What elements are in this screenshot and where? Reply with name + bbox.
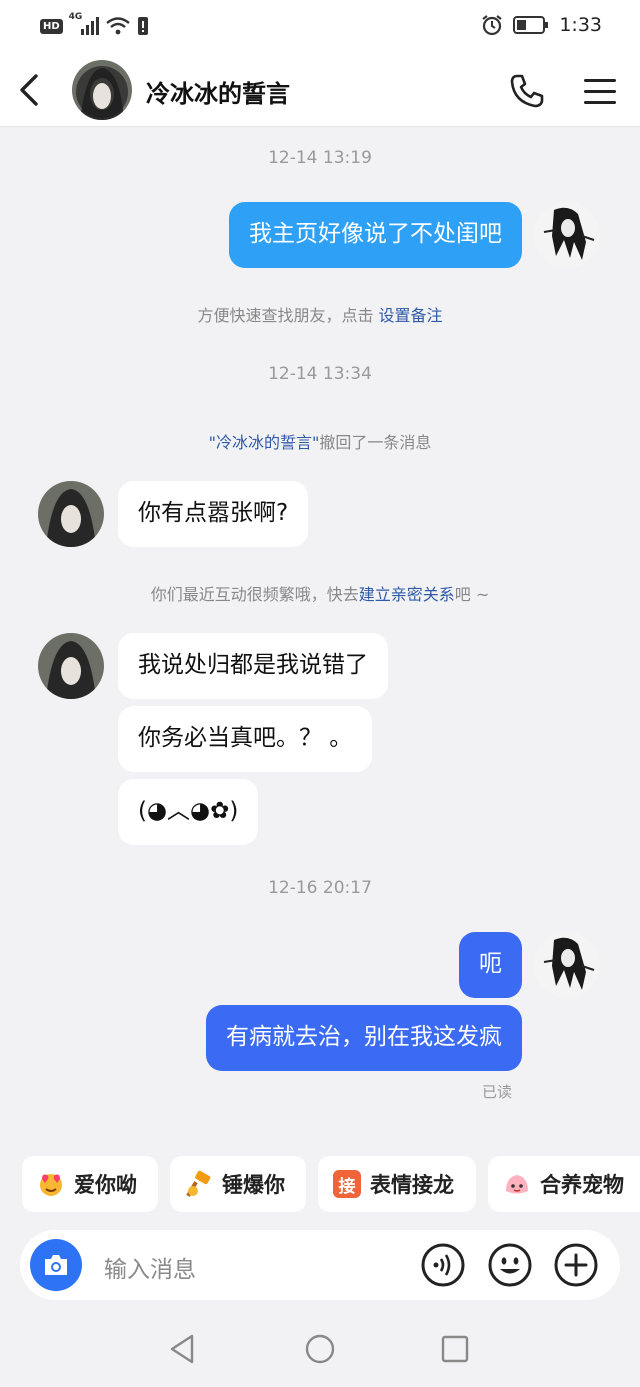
nav-back-button[interactable] (166, 1332, 200, 1366)
circle-home-icon (305, 1334, 335, 1364)
message-bubble-incoming[interactable]: 你务必当真吧。？ 。 (118, 706, 373, 772)
message-list[interactable]: 12-14 13:19 我主页好像说了不处闺吧 方便快速查找朋友，点击 设置备注… (0, 126, 640, 1146)
system-notice-recall: "冷冰冰的誓言"撤回了一条消息 (0, 429, 640, 453)
triangle-back-icon (170, 1334, 194, 1364)
timestamp: 12-14 13:19 (268, 148, 372, 168)
call-button[interactable] (508, 72, 546, 110)
message-bubble-incoming[interactable]: (◕︿◕✿) (118, 779, 259, 845)
timestamp: 12-14 13:34 (268, 364, 372, 384)
nav-recents-button[interactable] (438, 1332, 472, 1366)
quick-action-bar: 爱你呦 锤爆你 接 表情接龙 合养宠物 (0, 1156, 640, 1212)
notice-text: 撤回了一条消息 (319, 433, 432, 452)
heart-face-icon (36, 1169, 66, 1199)
status-left: HD 4G (40, 12, 149, 36)
my-avatar[interactable] (534, 932, 600, 998)
jie-badge: 接 (333, 1170, 361, 1198)
wifi-icon (105, 17, 130, 35)
alert-icon (137, 17, 148, 35)
notice-text: 吧 ~ (454, 585, 490, 604)
contact-avatar[interactable] (72, 60, 132, 120)
chevron-left-icon (20, 74, 38, 106)
message-input[interactable]: 输入消息 (104, 1250, 196, 1284)
voice-button[interactable] (420, 1242, 466, 1288)
back-button[interactable] (14, 70, 50, 110)
timestamp: 12-16 20:17 (268, 878, 372, 898)
quick-action-emoji-chain[interactable]: 接 表情接龙 (318, 1156, 476, 1212)
contact-name: 冷冰冰的誓言 (146, 80, 290, 108)
smiley-icon (488, 1243, 532, 1287)
message-bubble-outgoing[interactable]: 我主页好像说了不处闺吧 (229, 202, 522, 268)
message-bubble-outgoing[interactable]: 呃 (459, 932, 522, 998)
hamburger-icon (584, 79, 616, 104)
contact-avatar-small[interactable] (38, 633, 104, 699)
more-button[interactable] (553, 1242, 599, 1288)
nav-home-button[interactable] (303, 1332, 337, 1366)
chip-label: 爱你呦 (74, 1173, 137, 1197)
build-relationship-link[interactable]: 建立亲密关系 (359, 585, 455, 604)
message-bubble-incoming[interactable]: 你有点嚣张啊? (118, 481, 309, 547)
system-notice-intimacy: 你们最近互动很频繁哦，快去建立亲密关系吧 ~ (0, 581, 640, 605)
phone-icon (510, 74, 544, 108)
signal-icon: 4G (69, 12, 99, 36)
jie-icon: 接 (332, 1169, 362, 1199)
camera-button[interactable] (30, 1239, 82, 1291)
message-bubble-incoming[interactable]: 我说处归都是我说错了 (118, 633, 388, 699)
chat-header: 冷冰冰的誓言 (0, 54, 640, 127)
hammer-icon (184, 1169, 214, 1199)
camera-icon (45, 1255, 67, 1275)
plus-icon (554, 1243, 598, 1287)
status-right: 1:33 (481, 14, 602, 36)
pet-icon (502, 1169, 532, 1199)
chip-label: 合养宠物 (540, 1173, 624, 1197)
alarm-icon (482, 15, 502, 36)
menu-button[interactable] (582, 74, 618, 108)
emoji-button[interactable] (487, 1242, 533, 1288)
set-remark-link[interactable]: 设置备注 (379, 306, 443, 325)
chip-label: 锤爆你 (222, 1173, 285, 1197)
read-receipt: 已读 (481, 1083, 512, 1101)
my-avatar[interactable] (534, 202, 600, 268)
battery-icon (513, 16, 549, 34)
notice-text: 你们最近互动很频繁哦，快去 (150, 585, 359, 604)
quick-action-hammer[interactable]: 锤爆你 (170, 1156, 306, 1212)
message-input-bar: 输入消息 (20, 1230, 620, 1300)
message-bubble-outgoing[interactable]: 有病就去治，别在我这发疯 (206, 1005, 522, 1071)
quick-action-love[interactable]: 爱你呦 (22, 1156, 158, 1212)
contact-avatar-small[interactable] (38, 481, 104, 547)
recaller-name-link[interactable]: "冷冰冰的誓言" (209, 433, 320, 452)
notice-text: 方便快速查找朋友，点击 (197, 306, 379, 325)
system-nav-bar (0, 1310, 640, 1387)
square-recents-icon (441, 1335, 469, 1363)
hd-badge: HD (40, 18, 63, 34)
status-bar: HD 4G 1:33 (0, 0, 640, 54)
clock: 1:33 (559, 14, 602, 36)
chip-label: 表情接龙 (370, 1173, 454, 1197)
quick-action-pet[interactable]: 合养宠物 (488, 1156, 640, 1212)
voice-icon (421, 1243, 465, 1287)
system-notice-remark: 方便快速查找朋友，点击 设置备注 (0, 302, 640, 326)
